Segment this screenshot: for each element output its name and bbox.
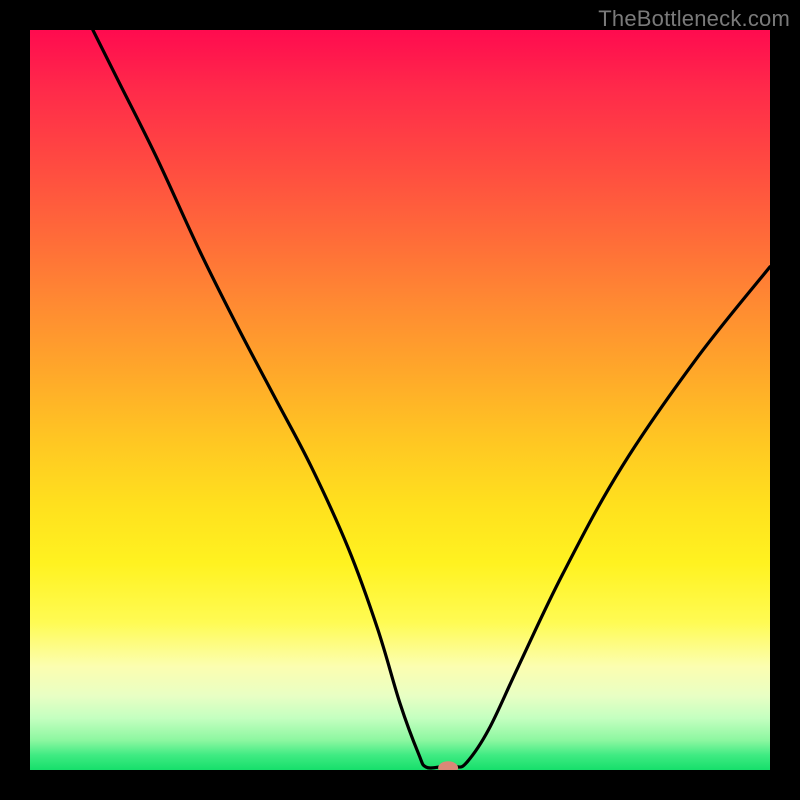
chart-frame: TheBottleneck.com xyxy=(0,0,800,800)
plot-area xyxy=(30,30,770,770)
minimum-marker xyxy=(438,761,458,770)
curve-layer xyxy=(30,30,770,770)
watermark-text: TheBottleneck.com xyxy=(598,6,790,32)
bottleneck-curve xyxy=(93,30,770,768)
